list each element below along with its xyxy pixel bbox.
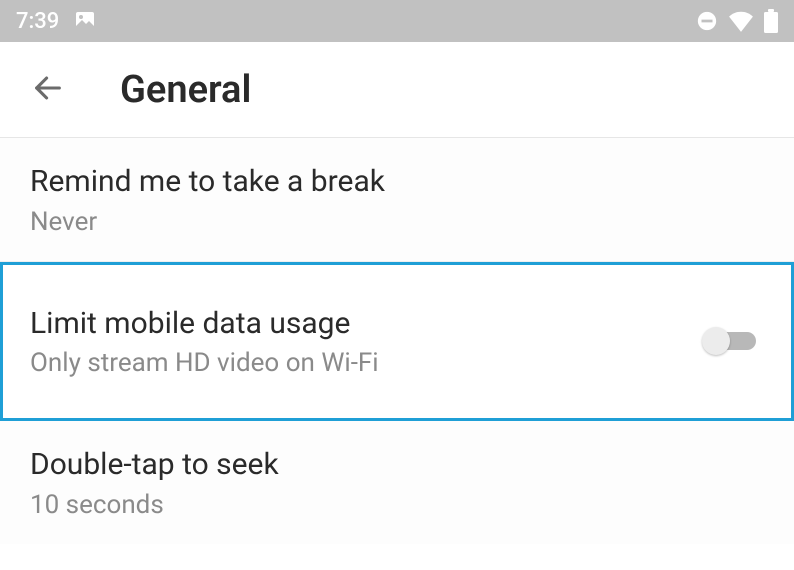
status-left: 7:39 bbox=[16, 9, 97, 34]
row-title: Limit mobile data usage bbox=[30, 304, 702, 345]
do-not-disturb-icon bbox=[696, 10, 718, 32]
image-icon bbox=[73, 9, 97, 33]
status-time: 7:39 bbox=[16, 9, 59, 34]
row-title: Double-tap to seek bbox=[30, 445, 764, 486]
row-text: Remind me to take a break Never bbox=[30, 162, 764, 237]
row-remind-break[interactable]: Remind me to take a break Never bbox=[0, 138, 794, 262]
toggle-thumb bbox=[702, 327, 730, 355]
row-limit-mobile-data[interactable]: Limit mobile data usage Only stream HD v… bbox=[0, 262, 794, 422]
row-title: Remind me to take a break bbox=[30, 162, 764, 203]
limit-mobile-data-toggle[interactable] bbox=[702, 326, 764, 356]
row-subtitle: Never bbox=[30, 207, 764, 237]
row-subtitle: Only stream HD video on Wi-Fi bbox=[30, 348, 702, 378]
row-text: Double-tap to seek 10 seconds bbox=[30, 445, 764, 520]
battery-icon bbox=[764, 9, 778, 33]
status-bar: 7:39 bbox=[0, 0, 794, 42]
wifi-icon bbox=[728, 10, 754, 32]
arrow-left-icon bbox=[31, 71, 65, 109]
page-title: General bbox=[120, 68, 251, 112]
row-subtitle: 10 seconds bbox=[30, 490, 764, 520]
settings-list: Remind me to take a break Never Limit mo… bbox=[0, 138, 794, 544]
back-button[interactable] bbox=[24, 66, 72, 114]
row-double-tap-seek[interactable]: Double-tap to seek 10 seconds bbox=[0, 421, 794, 544]
app-bar: General bbox=[0, 42, 794, 138]
row-text: Limit mobile data usage Only stream HD v… bbox=[30, 304, 702, 379]
status-right bbox=[696, 9, 778, 33]
